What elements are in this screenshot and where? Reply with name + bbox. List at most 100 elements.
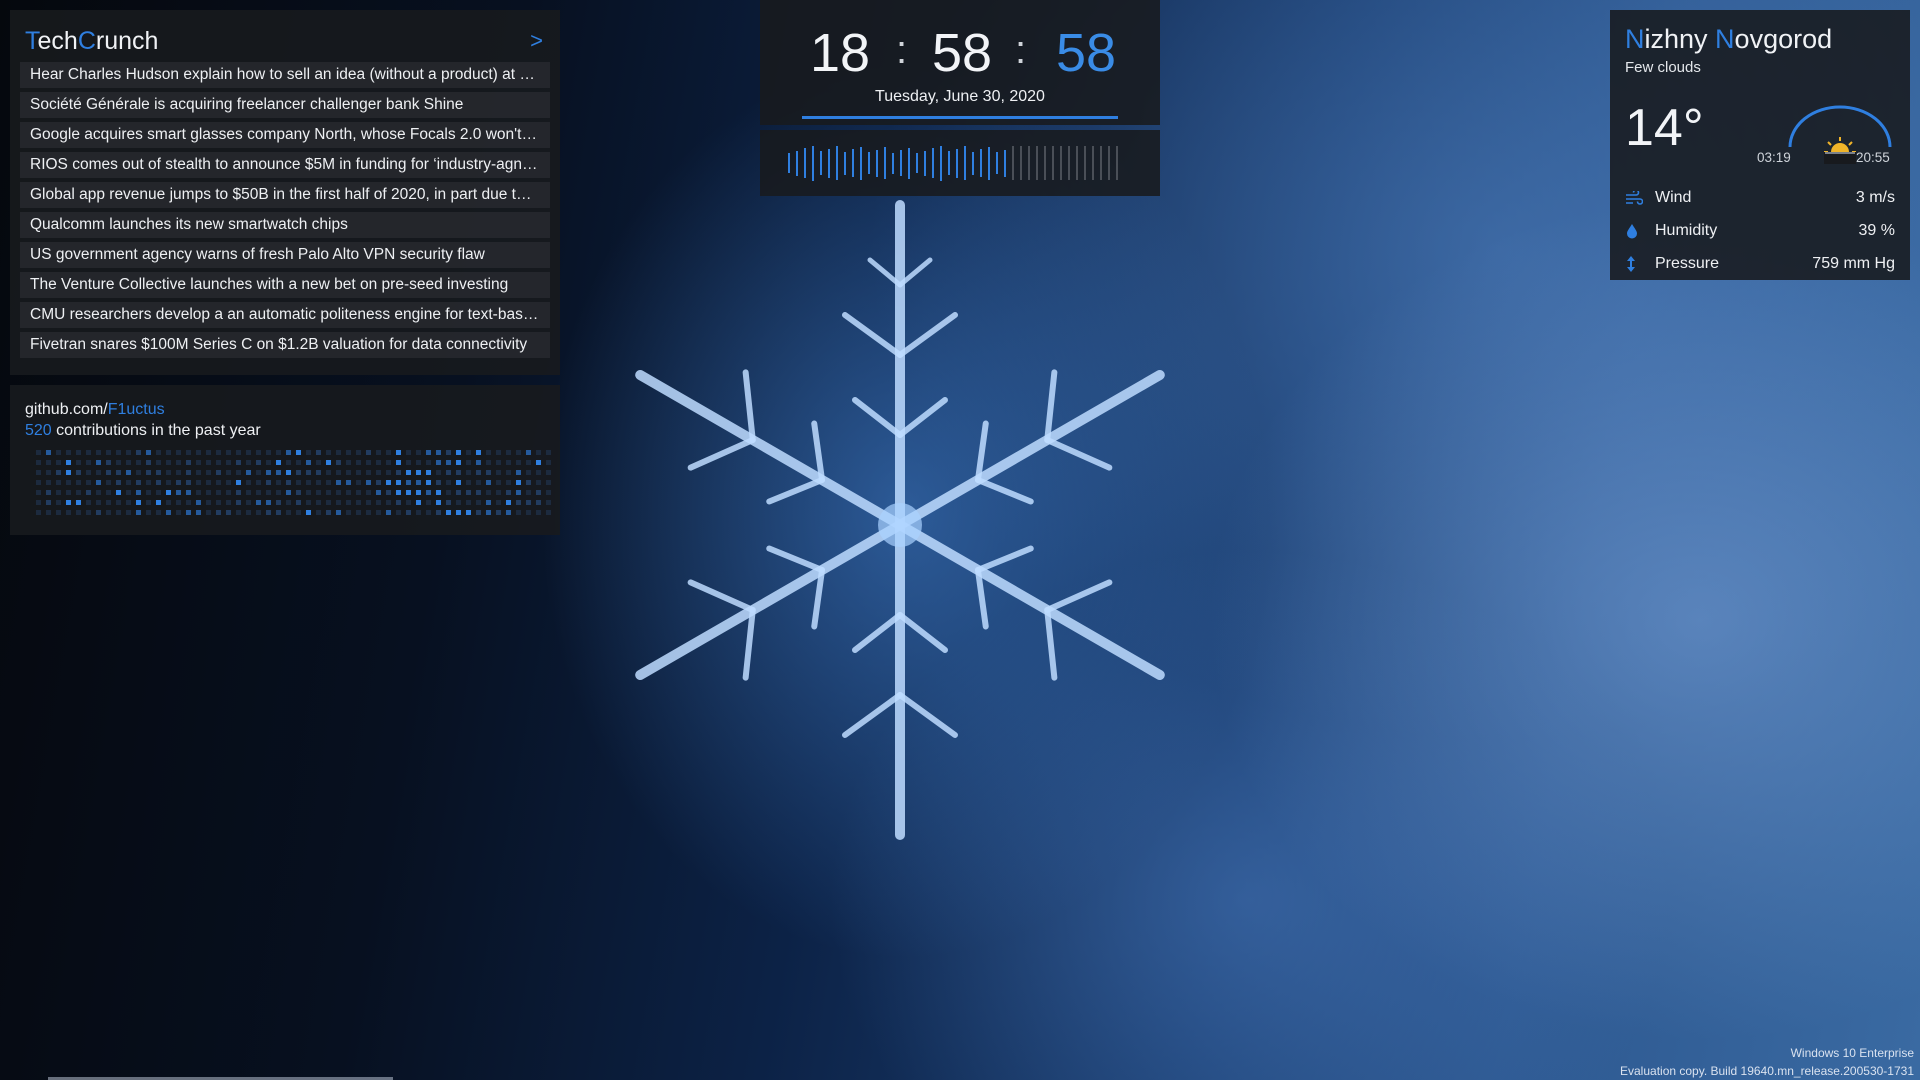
contribution-cell bbox=[56, 470, 61, 475]
visualizer-bar bbox=[860, 146, 862, 180]
contribution-cell bbox=[306, 460, 311, 465]
contribution-cell bbox=[476, 460, 481, 465]
contribution-cell bbox=[116, 480, 121, 485]
contribution-cell bbox=[106, 450, 111, 455]
contribution-cell bbox=[206, 470, 211, 475]
headline-item[interactable]: Hear Charles Hudson explain how to sell … bbox=[20, 62, 550, 88]
contribution-cell bbox=[266, 470, 271, 475]
contribution-cell bbox=[326, 490, 331, 495]
weather-temperature: 14° bbox=[1625, 99, 1704, 157]
contribution-cell bbox=[156, 500, 161, 505]
contribution-cell bbox=[196, 480, 201, 485]
contribution-cell bbox=[236, 500, 241, 505]
visualizer-bars bbox=[788, 145, 1138, 181]
contribution-cell bbox=[86, 470, 91, 475]
contribution-cell bbox=[406, 500, 411, 505]
headline-item[interactable]: RIOS comes out of stealth to announce $5… bbox=[20, 152, 550, 178]
contribution-cell bbox=[136, 490, 141, 495]
weather-humidity-row: Humidity 39 % bbox=[1625, 219, 1895, 243]
contribution-cell bbox=[146, 450, 151, 455]
contribution-cell bbox=[56, 480, 61, 485]
visualizer-bar bbox=[844, 151, 846, 175]
clock-time: 18 : 58 : 58 bbox=[760, 22, 1160, 83]
contribution-cell bbox=[216, 460, 221, 465]
headline-item[interactable]: CMU researchers develop a an automatic p… bbox=[20, 302, 550, 328]
contribution-cell bbox=[256, 480, 261, 485]
contribution-cell bbox=[166, 470, 171, 475]
headline-item[interactable]: Société Générale is acquiring freelancer… bbox=[20, 92, 550, 118]
contribution-cell bbox=[476, 500, 481, 505]
contribution-cell bbox=[186, 470, 191, 475]
sun-arc-icon bbox=[1788, 105, 1892, 164]
title-initial: C bbox=[77, 26, 96, 55]
contribution-cell bbox=[236, 460, 241, 465]
contribution-cell bbox=[126, 480, 131, 485]
contribution-cell bbox=[496, 480, 501, 485]
title-text: ech bbox=[37, 26, 78, 55]
windows-watermark: Windows 10 Enterprise Evaluation copy. B… bbox=[1620, 1044, 1914, 1080]
contribution-cell bbox=[536, 450, 541, 455]
contribution-cell bbox=[546, 490, 551, 495]
humidity-value: 39 % bbox=[1858, 222, 1895, 239]
droplet-icon bbox=[1625, 223, 1655, 239]
contribution-cell bbox=[296, 480, 301, 485]
visualizer-bar bbox=[1116, 146, 1118, 180]
clock-separator: : bbox=[896, 28, 908, 72]
visualizer-bar bbox=[1012, 146, 1014, 180]
contribution-cell bbox=[406, 510, 411, 515]
contribution-cell bbox=[426, 470, 431, 475]
contribution-cell bbox=[516, 500, 521, 505]
contribution-cell bbox=[56, 510, 61, 515]
contribution-cell bbox=[316, 500, 321, 505]
contribution-cell bbox=[466, 500, 471, 505]
contribution-cell bbox=[66, 450, 71, 455]
next-arrow-button[interactable]: > bbox=[530, 28, 543, 54]
contribution-cell bbox=[96, 490, 101, 495]
contribution-cell bbox=[136, 450, 141, 455]
contribution-cell bbox=[306, 490, 311, 495]
techcrunch-title: TechCrunch bbox=[25, 27, 158, 56]
visualizer-bar bbox=[900, 150, 902, 176]
visualizer-bar bbox=[1052, 146, 1054, 180]
contribution-cell bbox=[66, 510, 71, 515]
contribution-cell bbox=[416, 510, 421, 515]
headline-item[interactable]: Fivetran snares $100M Series C on $1.2B … bbox=[20, 332, 550, 358]
contribution-cell bbox=[486, 480, 491, 485]
headline-item[interactable]: US government agency warns of fresh Palo… bbox=[20, 242, 550, 268]
contribution-cell bbox=[156, 460, 161, 465]
headline-item[interactable]: Global app revenue jumps to $50B in the … bbox=[20, 182, 550, 208]
contribution-cell bbox=[386, 490, 391, 495]
contribution-cell bbox=[196, 460, 201, 465]
contribution-cell bbox=[296, 490, 301, 495]
contribution-cell bbox=[246, 500, 251, 505]
contribution-cell bbox=[236, 480, 241, 485]
contribution-cell bbox=[186, 480, 191, 485]
contribution-cell bbox=[76, 490, 81, 495]
contribution-cell bbox=[346, 480, 351, 485]
contribution-cell bbox=[416, 480, 421, 485]
github-profile-link[interactable]: github.com/F1uctus bbox=[25, 399, 545, 420]
contribution-cell bbox=[526, 480, 531, 485]
headline-item[interactable]: The Venture Collective launches with a n… bbox=[20, 272, 550, 298]
contribution-cell bbox=[506, 510, 511, 515]
contribution-cell bbox=[46, 480, 51, 485]
contribution-cell bbox=[166, 490, 171, 495]
headline-item[interactable]: Google acquires smart glasses company No… bbox=[20, 122, 550, 148]
visualizer-bar bbox=[956, 148, 958, 178]
contribution-cell bbox=[386, 480, 391, 485]
contribution-cell bbox=[256, 460, 261, 465]
contribution-cell bbox=[246, 460, 251, 465]
contribution-cell bbox=[276, 490, 281, 495]
contribution-cell bbox=[386, 450, 391, 455]
contribution-cell bbox=[256, 470, 261, 475]
contribution-cell bbox=[286, 500, 291, 505]
contribution-cell bbox=[276, 470, 281, 475]
contribution-cell bbox=[506, 460, 511, 465]
contribution-cell bbox=[326, 470, 331, 475]
contribution-cell bbox=[106, 500, 111, 505]
contribution-cell bbox=[406, 480, 411, 485]
watermark-build: Evaluation copy. Build 19640.mn_release.… bbox=[1620, 1064, 1914, 1078]
contribution-cell bbox=[226, 500, 231, 505]
contribution-cell bbox=[426, 460, 431, 465]
headline-item[interactable]: Qualcomm launches its new smartwatch chi… bbox=[20, 212, 550, 238]
